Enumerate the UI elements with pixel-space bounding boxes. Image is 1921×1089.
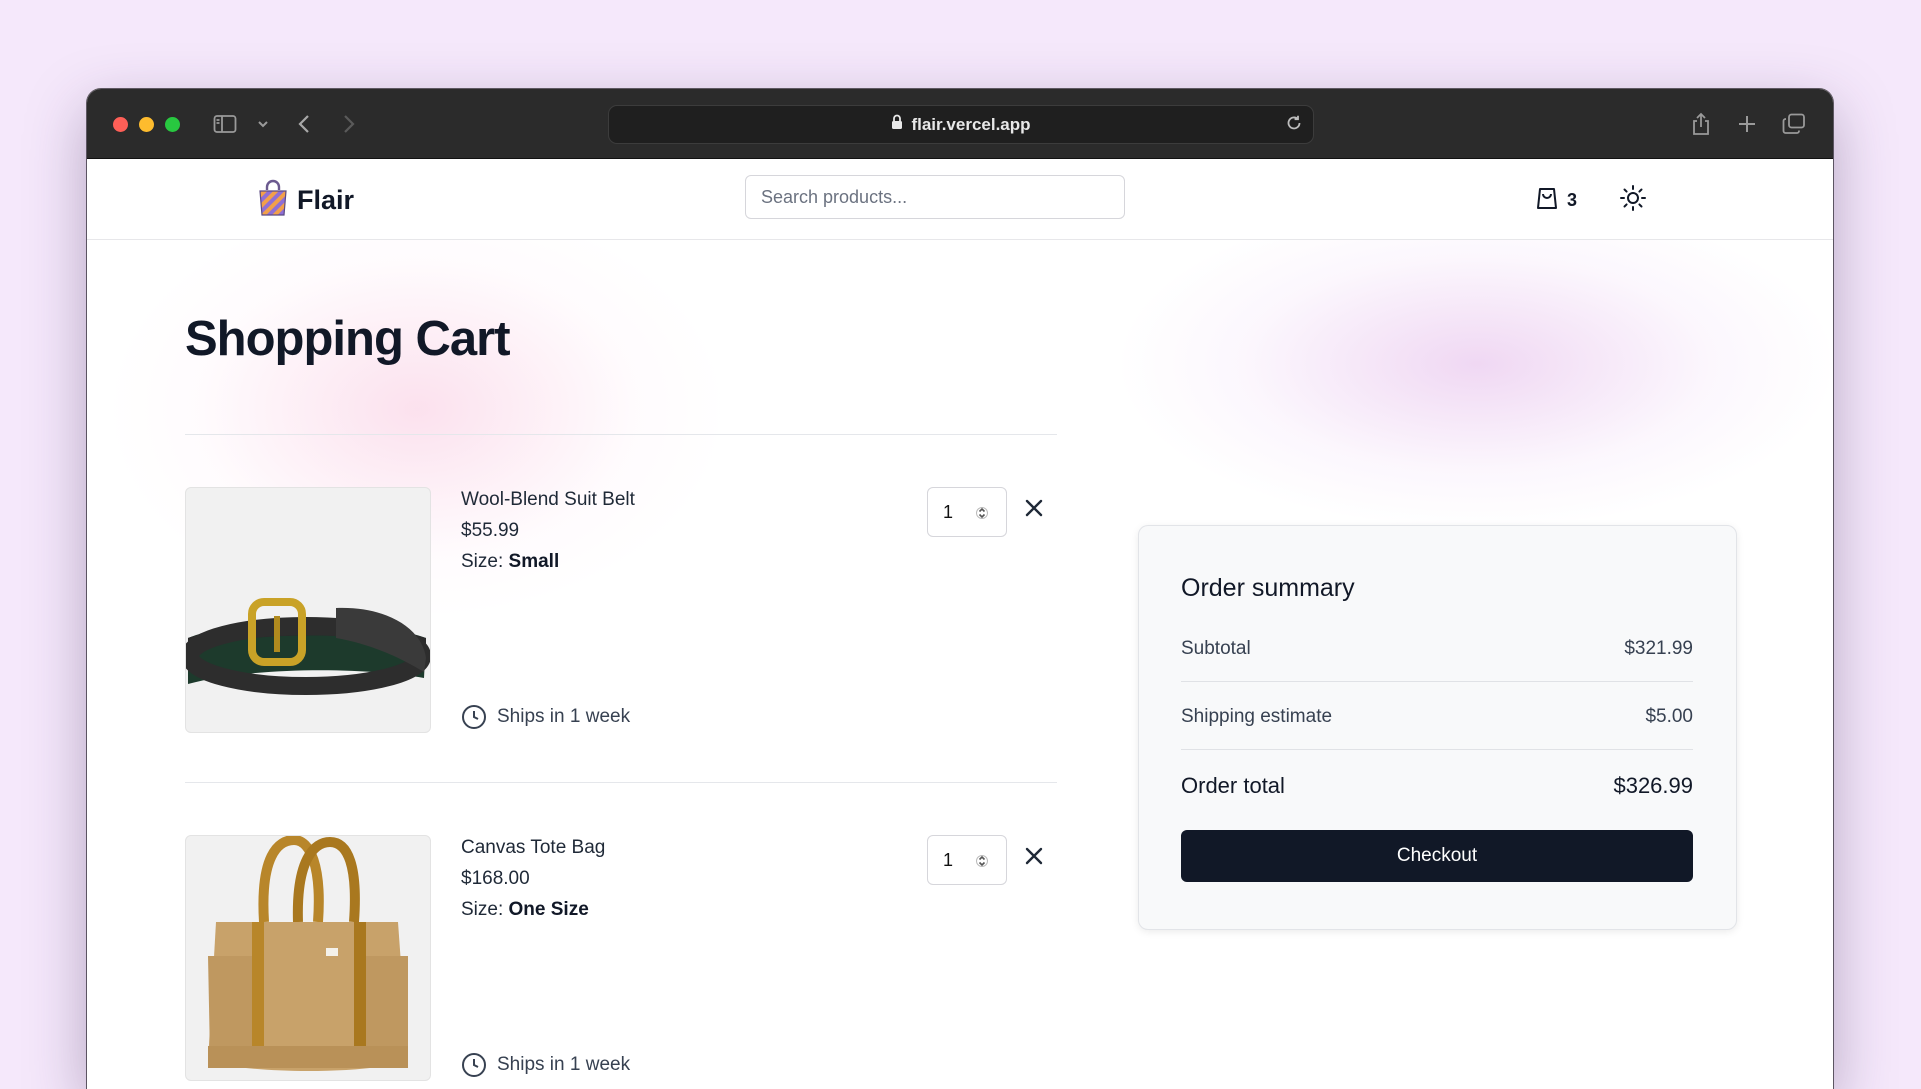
cart-item: Wool-Blend Suit Belt $55.99 Size: Small … <box>185 487 1057 733</box>
new-tab-icon[interactable] <box>1736 109 1758 139</box>
item-name[interactable]: Wool-Blend Suit Belt <box>461 489 635 511</box>
size-value: One Size <box>508 899 589 920</box>
close-icon[interactable] <box>1025 847 1043 870</box>
subtotal-label: Subtotal <box>1181 638 1251 659</box>
divider <box>1181 749 1693 750</box>
reload-icon[interactable] <box>1285 114 1303 137</box>
shipping-row: Shipping estimate $5.00 <box>1181 706 1693 728</box>
quantity-value: 1 <box>943 850 954 870</box>
page-content: Flair 3 Shopping Cart <box>87 159 1833 1089</box>
zoom-window-button[interactable] <box>165 117 180 132</box>
order-total-label: Order total <box>1181 773 1285 798</box>
size-label: Size: <box>461 551 504 572</box>
quantity-stepper[interactable]: 1 <box>927 487 1007 537</box>
cart-count: 3 <box>1567 190 1578 210</box>
order-summary: Order summary Subtotal $321.99 Shipping … <box>1138 525 1737 930</box>
clock-icon <box>462 1053 486 1077</box>
brand-name: Flair <box>297 185 355 215</box>
shipping-text: Ships in 1 week <box>497 706 631 727</box>
lock-icon <box>891 114 903 135</box>
cart-icon <box>1536 186 1558 215</box>
item-price: $168.00 <box>461 868 530 889</box>
item-size: Size: Small <box>461 551 559 573</box>
shopping-bag-logo-icon <box>257 179 289 222</box>
shipping-info: Ships in 1 week <box>461 1052 630 1078</box>
order-total-value: $326.99 <box>1613 773 1693 798</box>
item-size: Size: One Size <box>461 899 589 921</box>
close-window-button[interactable] <box>113 117 128 132</box>
share-icon[interactable] <box>1689 109 1713 139</box>
divider <box>185 434 1057 435</box>
forward-icon[interactable] <box>339 109 359 139</box>
tabs-overview-icon[interactable] <box>1781 109 1807 139</box>
divider <box>185 782 1057 783</box>
sun-icon[interactable] <box>1619 184 1647 217</box>
chevron-down-icon[interactable] <box>255 109 271 139</box>
cart-item: Canvas Tote Bag $168.00 Size: One Size 1… <box>185 835 1057 1081</box>
clock-icon <box>462 705 486 729</box>
background-glow <box>1117 199 1833 529</box>
browser-toolbar: flair.vercel.app <box>87 89 1833 159</box>
divider <box>1181 681 1693 682</box>
subtotal-value: $321.99 <box>1624 638 1693 659</box>
shipping-label: Shipping estimate <box>1181 706 1333 727</box>
address-bar[interactable]: flair.vercel.app <box>608 105 1314 144</box>
product-image-tote-bag[interactable] <box>185 835 431 1081</box>
shipping-value: $5.00 <box>1645 706 1693 727</box>
quantity-value: 1 <box>943 502 954 522</box>
page-title: Shopping Cart <box>185 312 511 366</box>
spinner-arrows-icon[interactable] <box>976 851 988 876</box>
subtotal-row: Subtotal $321.99 <box>1181 638 1693 660</box>
checkout-button[interactable]: Checkout <box>1181 830 1693 882</box>
brand-link[interactable]: Flair <box>257 179 354 222</box>
spinner-arrows-icon[interactable] <box>976 503 988 528</box>
shipping-info: Ships in 1 week <box>461 704 630 730</box>
close-icon[interactable] <box>1025 499 1043 522</box>
sidebar-icon[interactable] <box>211 109 239 139</box>
size-value: Small <box>508 551 560 572</box>
item-name[interactable]: Canvas Tote Bag <box>461 837 605 859</box>
search-input[interactable] <box>745 175 1125 219</box>
product-image-belt[interactable] <box>185 487 431 733</box>
site-header: Flair 3 <box>87 159 1833 240</box>
shipping-text: Ships in 1 week <box>497 1054 631 1075</box>
cart-link[interactable]: 3 <box>1536 186 1577 215</box>
item-price: $55.99 <box>461 520 520 541</box>
summary-title: Order summary <box>1181 574 1355 602</box>
order-total-row: Order total $326.99 <box>1181 773 1693 799</box>
minimize-window-button[interactable] <box>139 117 154 132</box>
back-icon[interactable] <box>294 109 314 139</box>
quantity-stepper[interactable]: 1 <box>927 835 1007 885</box>
browser-window: flair.vercel.app Flair Search products..… <box>87 89 1833 1089</box>
size-label: Size: <box>461 899 504 920</box>
url-text: flair.vercel.app <box>911 114 1031 134</box>
